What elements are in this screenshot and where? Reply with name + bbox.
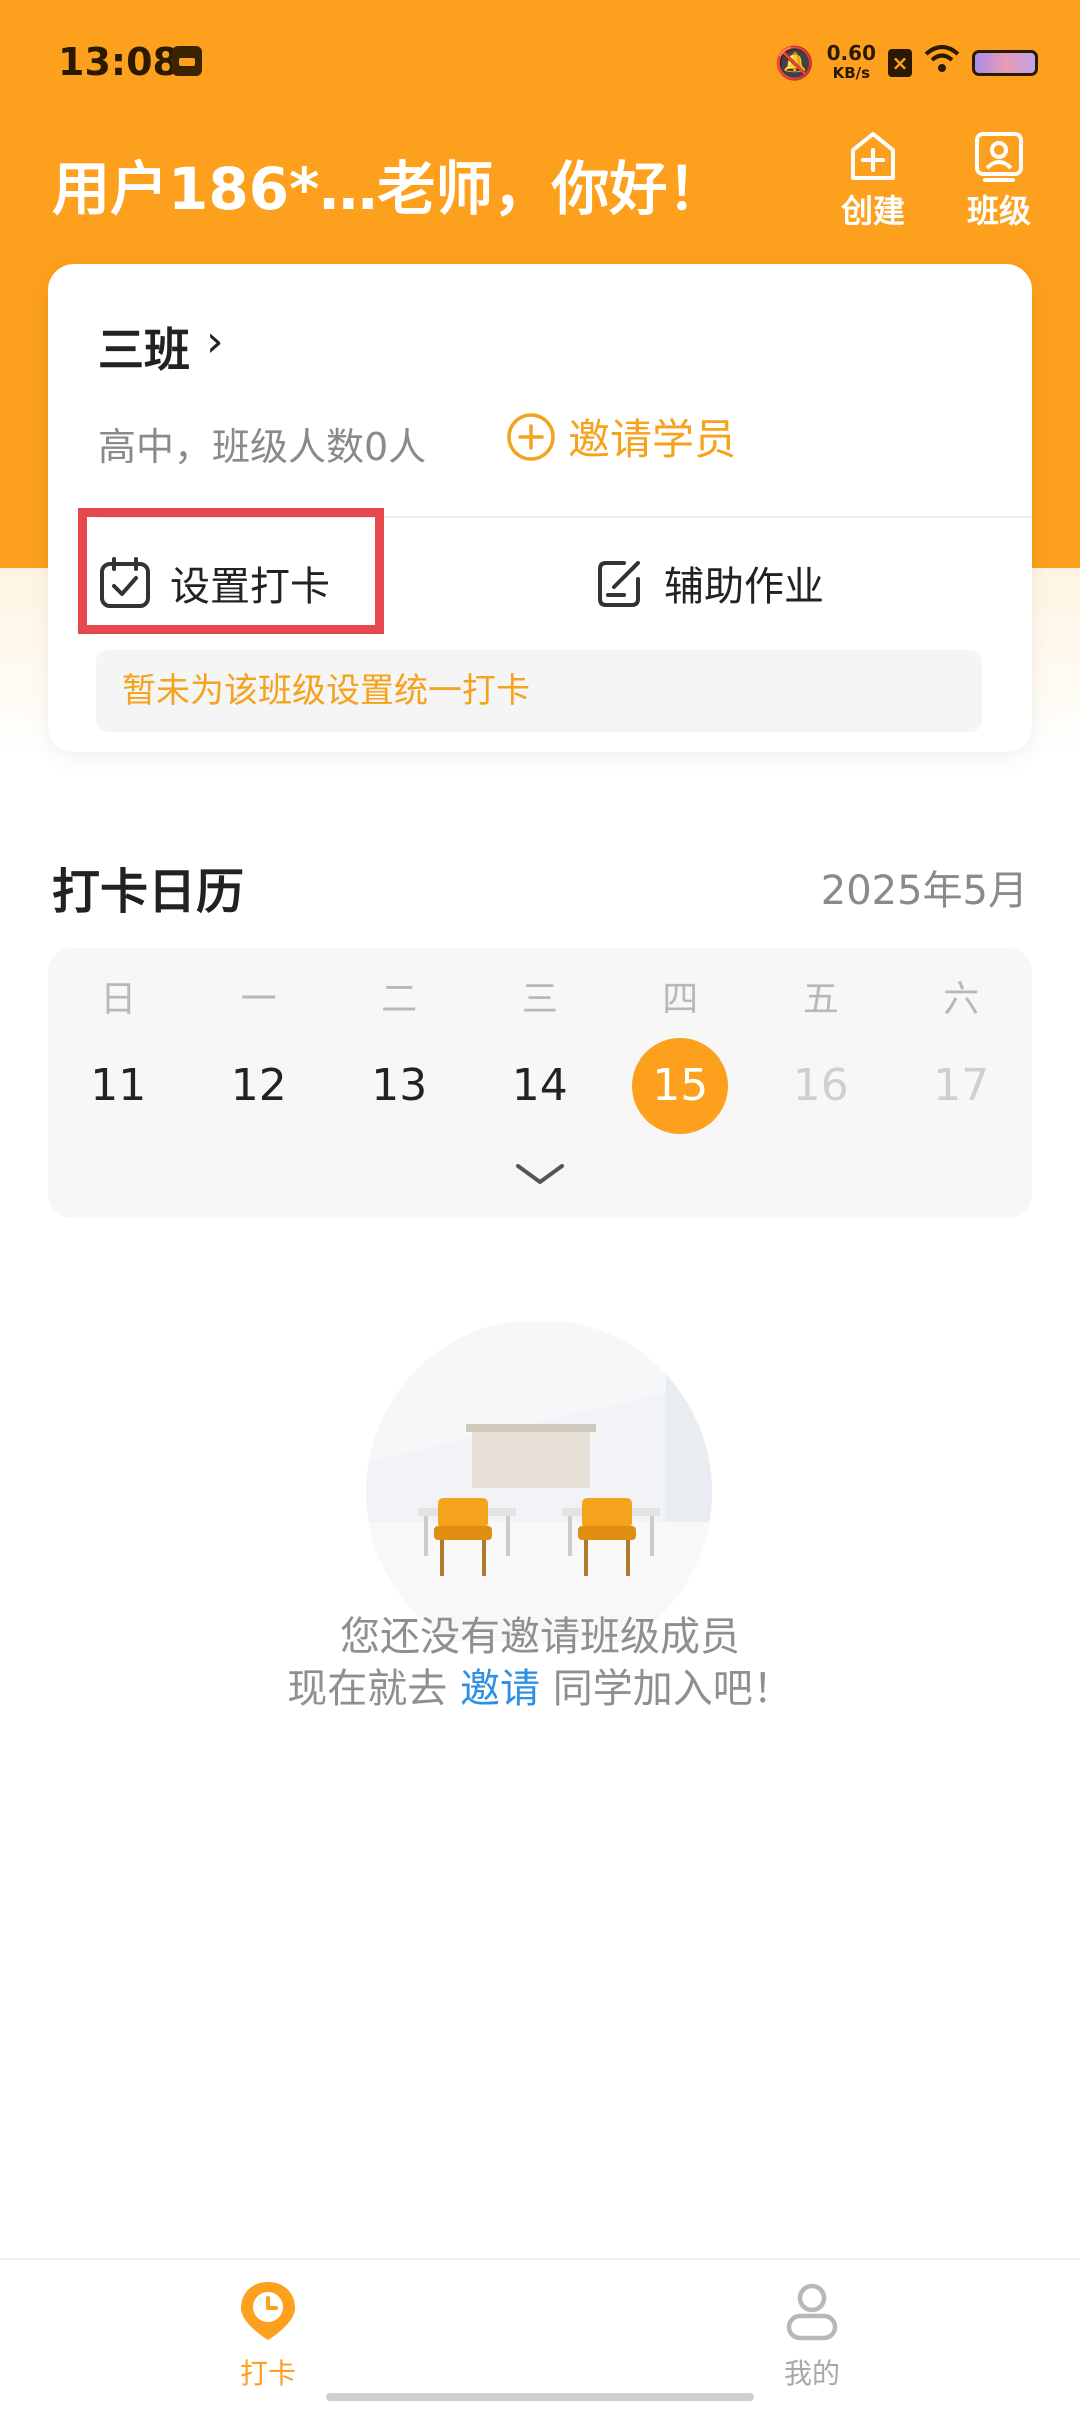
create-icon <box>851 132 895 180</box>
edit-square-icon <box>598 561 640 607</box>
no-sim-icon: × <box>888 49 912 77</box>
battery-icon <box>972 50 1038 76</box>
network-speed-unit: KB/s <box>832 64 871 82</box>
location-clock-icon <box>241 2282 295 2340</box>
class-button[interactable]: 班级 <box>954 128 1044 232</box>
calendar-day[interactable]: 13 <box>329 1038 470 1134</box>
homework-helper-label: 辅助作业 <box>664 564 824 610</box>
invite-link[interactable]: 邀请 <box>460 1666 540 1712</box>
weekday-label: 二 <box>381 979 418 1020</box>
status-time: 13:08 <box>58 40 179 84</box>
create-button[interactable]: 创建 <box>828 128 918 232</box>
weekday-label: 日 <box>100 979 137 1020</box>
calendar-title: 打卡日历 <box>52 864 245 920</box>
calendar-day: 17 <box>933 1060 990 1111</box>
weekday-label: 六 <box>943 979 980 1020</box>
chevron-right-icon[interactable]: › <box>206 316 224 367</box>
calendar-day[interactable]: 14 <box>470 1038 611 1134</box>
nav-tab-checkin[interactable]: 打卡 <box>198 2278 338 2392</box>
class-icon <box>975 132 1023 182</box>
chevron-down-icon[interactable] <box>514 1160 566 1188</box>
calendar-day: 16 <box>792 1060 849 1111</box>
invite-students-label: 邀请学员 <box>568 415 737 464</box>
class-info: 高中，班级人数0人 <box>98 425 427 469</box>
nav-checkin-label: 打卡 <box>239 2357 296 2390</box>
weekday-label: 五 <box>802 979 839 1020</box>
status-bar: 13:08 🔕 0.60 KB/s × <box>0 0 1080 125</box>
calendar-card: 日 一 二 三 四 五 六 11 12 13 14 15 16 17 <box>48 948 1032 1218</box>
calendar-day[interactable]: 11 <box>48 1038 189 1134</box>
weekday-label: 四 <box>662 979 699 1020</box>
status-icons: 🔕 0.60 KB/s × <box>775 38 1038 88</box>
calendar-month[interactable]: 2025年5月 <box>821 858 1028 916</box>
empty-classroom-illustration <box>366 1322 712 1642</box>
empty-state-message: 您还没有邀请班级成员 <box>340 1614 740 1660</box>
weekday-row: 日 一 二 三 四 五 六 <box>48 970 1032 1022</box>
calendar-day-selected[interactable]: 15 <box>610 1038 751 1134</box>
empty-state-invite-line: 现在就去 邀请 同学加入吧！ <box>0 1656 1080 1714</box>
class-card: 三班 › 高中，班级人数0人 邀请学员 设置打卡 辅助作业 暂未为该班级设置统一… <box>48 264 1032 752</box>
home-indicator[interactable] <box>326 2393 754 2401</box>
class-name[interactable]: 三班 <box>98 314 190 380</box>
user-icon <box>786 2283 838 2341</box>
weekday-label: 一 <box>240 979 277 1020</box>
greeting-title: 用户186*…老师，你好！ <box>52 155 726 223</box>
bottom-navigation: 打卡 我的 <box>0 2258 1080 2410</box>
empty-state-suffix: 同学加入吧！ <box>552 1666 793 1712</box>
plus-circle-icon <box>507 412 555 461</box>
calendar-notification-icon <box>172 46 202 76</box>
network-speed: 0.60 KB/s <box>827 43 876 83</box>
day-row: 11 12 13 14 15 16 17 <box>48 1038 1032 1134</box>
create-label: 创建 <box>840 192 905 230</box>
class-label: 班级 <box>966 192 1031 230</box>
network-speed-value: 0.60 <box>826 41 876 65</box>
invite-students-button[interactable]: 邀请学员 <box>506 406 736 467</box>
checkin-notice: 暂未为该班级设置统一打卡 <box>96 650 982 732</box>
homework-helper-button[interactable]: 辅助作业 <box>594 554 824 612</box>
calendar-day[interactable]: 12 <box>189 1038 330 1134</box>
mute-bell-icon: 🔕 <box>774 44 815 82</box>
selected-day-label: 15 <box>632 1038 729 1134</box>
nav-mine-label: 我的 <box>783 2357 840 2390</box>
highlight-box <box>78 508 384 634</box>
wifi-icon <box>924 44 960 82</box>
empty-state-prefix: 现在就去 <box>287 1666 448 1712</box>
weekday-label: 三 <box>521 979 558 1020</box>
nav-tab-mine[interactable]: 我的 <box>742 2278 882 2392</box>
